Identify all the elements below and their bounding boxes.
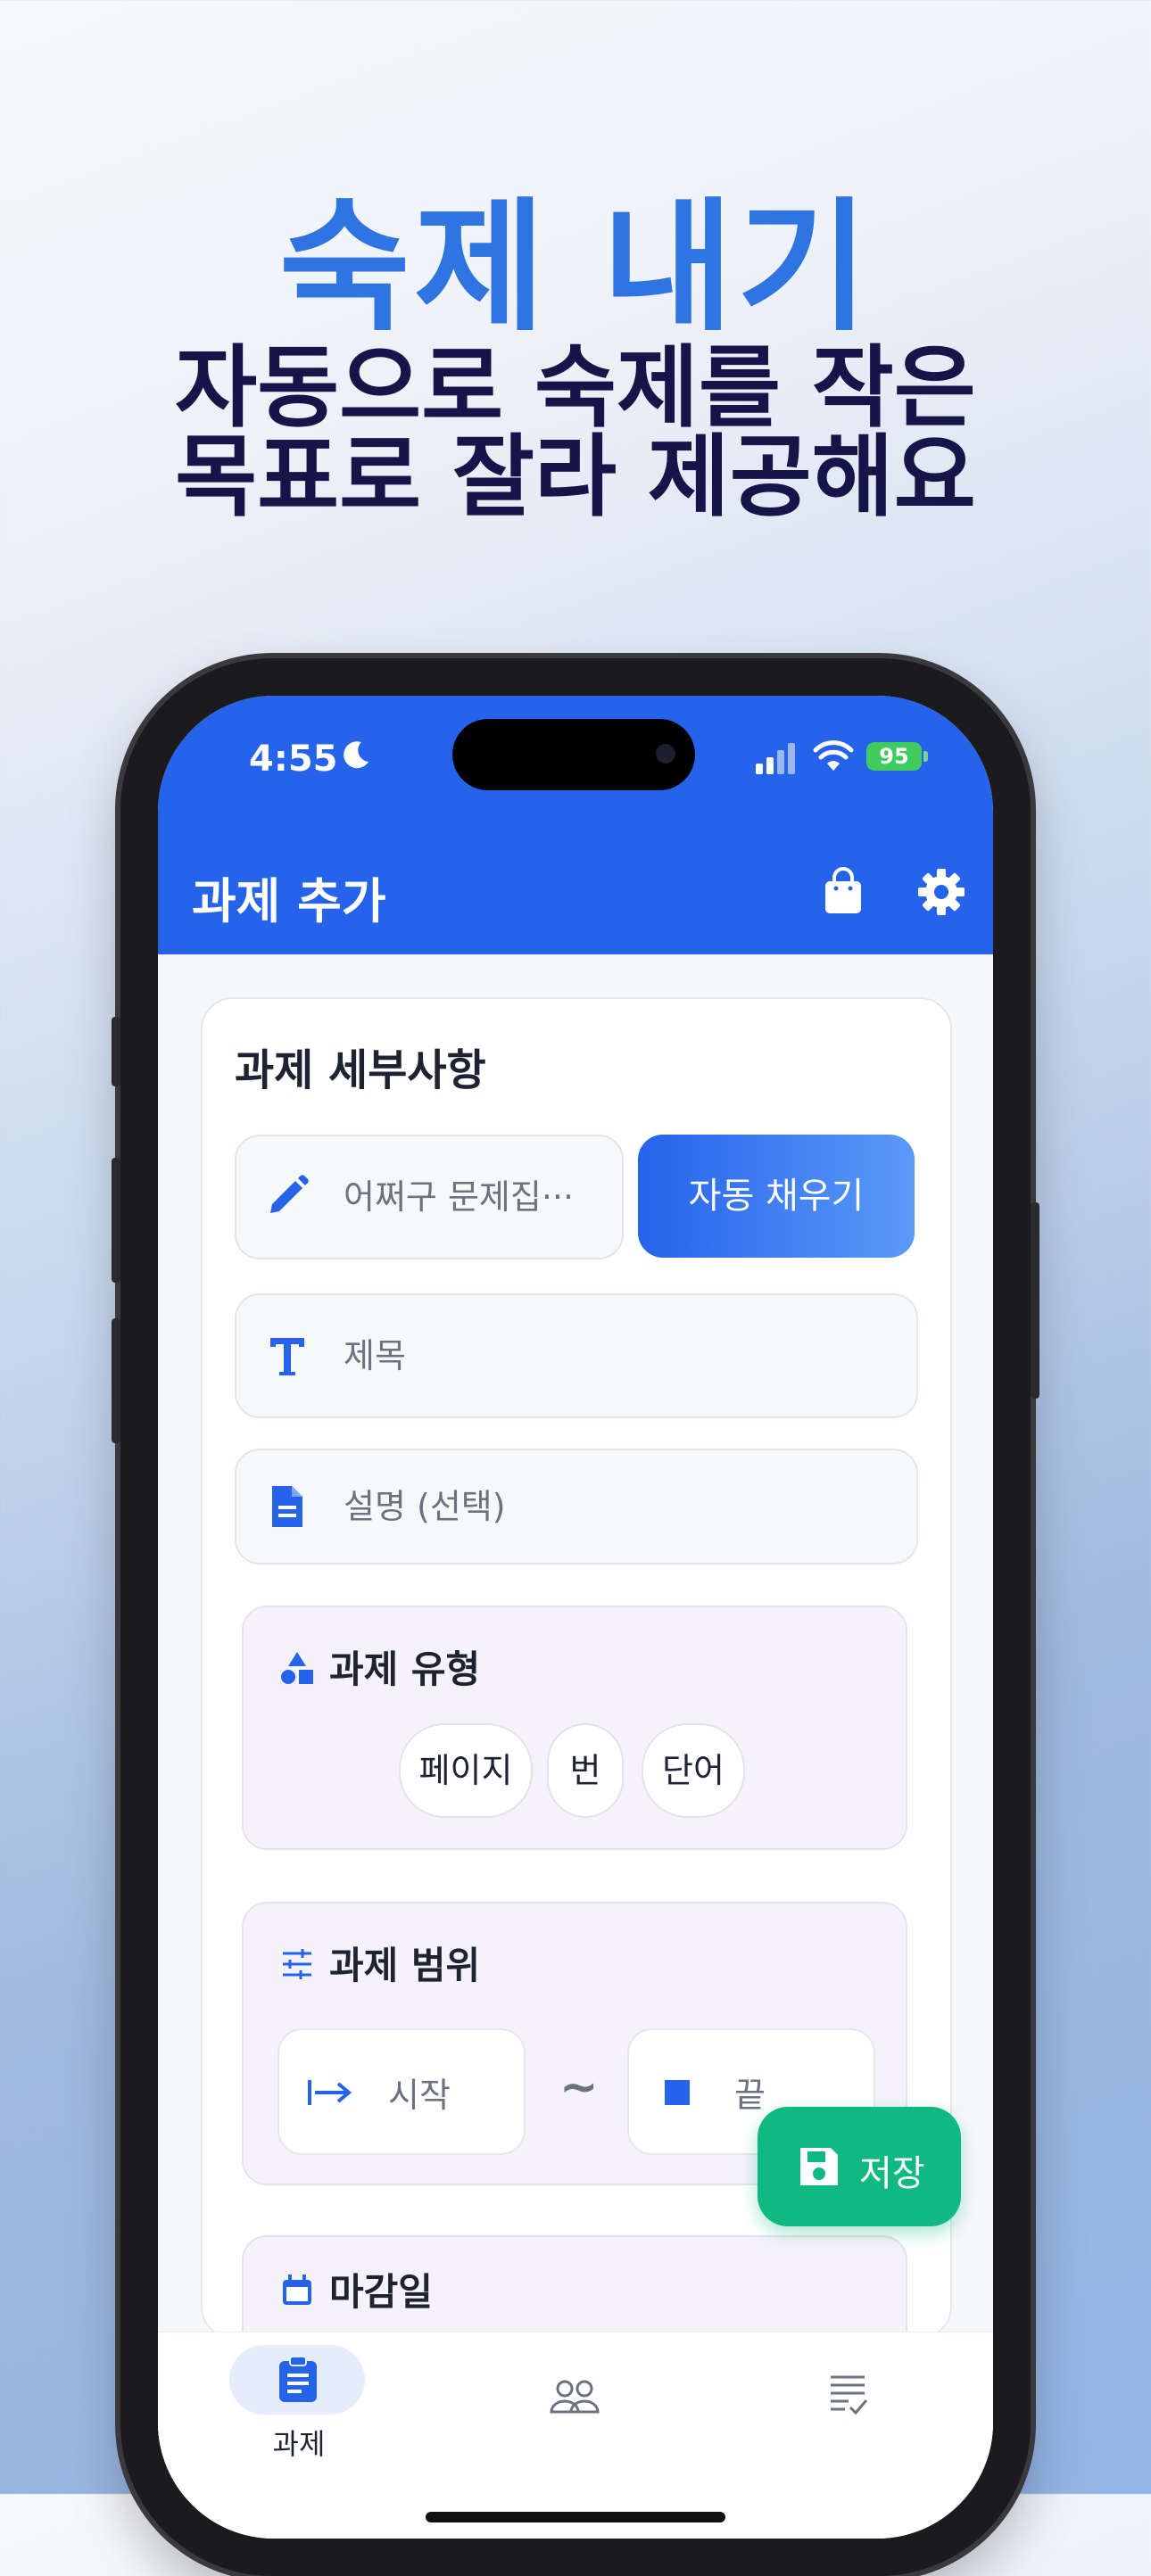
- range-section-title: 과제 범위: [329, 1944, 481, 1987]
- phone-screen: 4:55 95 과제 추가 과제 세부사항 어쩌구 문제집··· 자동 채우기 …: [158, 696, 993, 2539]
- mute-switch: [112, 1017, 120, 1086]
- type-option-word[interactable]: 단어: [642, 1723, 745, 1818]
- range-end-placeholder: 끝: [734, 2076, 766, 2115]
- pencil-icon: [270, 1175, 309, 1213]
- arrow-start-icon: [308, 2080, 352, 2105]
- description-input[interactable]: 설명 (선택): [235, 1449, 918, 1565]
- content-area: 과제 세부사항 어쩌구 문제집··· 자동 채우기 제목 설명 (선택) 과제 …: [158, 954, 993, 2539]
- power-button: [1031, 1202, 1039, 1399]
- moon-icon: [344, 741, 368, 769]
- range-start-placeholder: 시작: [388, 2076, 451, 2115]
- wifi-icon: [813, 740, 854, 771]
- clipboard-icon: [279, 2356, 317, 2402]
- home-indicator: [426, 2512, 725, 2522]
- volume-up-button: [112, 1158, 120, 1283]
- signal-icon: [756, 743, 795, 774]
- subline-line-1: 자동으로 숙제를 작은: [175, 335, 976, 440]
- sliders-icon: [283, 1949, 311, 1979]
- floppy-disk-icon: [800, 2148, 838, 2185]
- phone-frame: 4:55 95 과제 추가 과제 세부사항 어쩌구 문제집··· 자동 채우기 …: [112, 658, 1039, 2576]
- stop-square-icon: [665, 2080, 690, 2105]
- title-input[interactable]: 제목: [235, 1293, 918, 1418]
- nav-item-assignments-label: 과제: [272, 2427, 326, 2461]
- range-separator: ~: [559, 2060, 599, 2114]
- calendar-icon: [283, 2275, 311, 2305]
- shapes-icon: [281, 1652, 313, 1684]
- deadline-section-title: 마감일: [329, 2270, 433, 2314]
- status-time: 4:55: [249, 739, 338, 780]
- gear-icon[interactable]: [915, 865, 968, 919]
- type-option-page[interactable]: 페이지: [399, 1723, 533, 1818]
- source-input[interactable]: 어쩌구 문제집···: [235, 1135, 624, 1259]
- text-t-icon: [270, 1338, 304, 1375]
- checklist-icon[interactable]: [827, 2372, 868, 2418]
- autofill-button[interactable]: 자동 채우기: [638, 1135, 915, 1258]
- page-title: 과제 추가: [192, 873, 386, 929]
- people-icon[interactable]: [549, 2379, 600, 2415]
- marketing-subline: 자동으로 숙제를 작은 목표로 잘라 제공해요: [0, 343, 1151, 522]
- range-start-input[interactable]: 시작: [277, 2028, 526, 2155]
- volume-down-button: [112, 1318, 120, 1443]
- dynamic-island: [452, 719, 695, 790]
- type-section: 과제 유형 페이지 번 단어: [242, 1606, 907, 1850]
- marketing-headline: 숙제 내기: [278, 184, 873, 351]
- subline-line-2: 목표로 잘라 제공해요: [175, 425, 976, 529]
- description-input-placeholder: 설명 (선택): [344, 1487, 506, 1526]
- camera-dot: [656, 744, 675, 764]
- save-button[interactable]: 저장: [758, 2107, 961, 2226]
- bottom-nav: 과제: [158, 2332, 993, 2539]
- battery-indicator: 95: [866, 742, 922, 771]
- source-input-placeholder: 어쩌구 문제집···: [344, 1177, 575, 1217]
- status-bar: 4:55 95: [158, 696, 993, 830]
- battery-tip: [923, 751, 928, 762]
- title-input-placeholder: 제목: [344, 1336, 406, 1375]
- type-section-title: 과제 유형: [329, 1647, 481, 1691]
- save-button-label: 저장: [859, 2153, 925, 2194]
- document-icon: [272, 1486, 302, 1527]
- card-title: 과제 세부사항: [235, 1045, 486, 1095]
- app-bar: 과제 추가: [158, 830, 993, 954]
- type-option-number[interactable]: 번: [547, 1723, 624, 1818]
- shopping-bag-icon[interactable]: [818, 865, 868, 915]
